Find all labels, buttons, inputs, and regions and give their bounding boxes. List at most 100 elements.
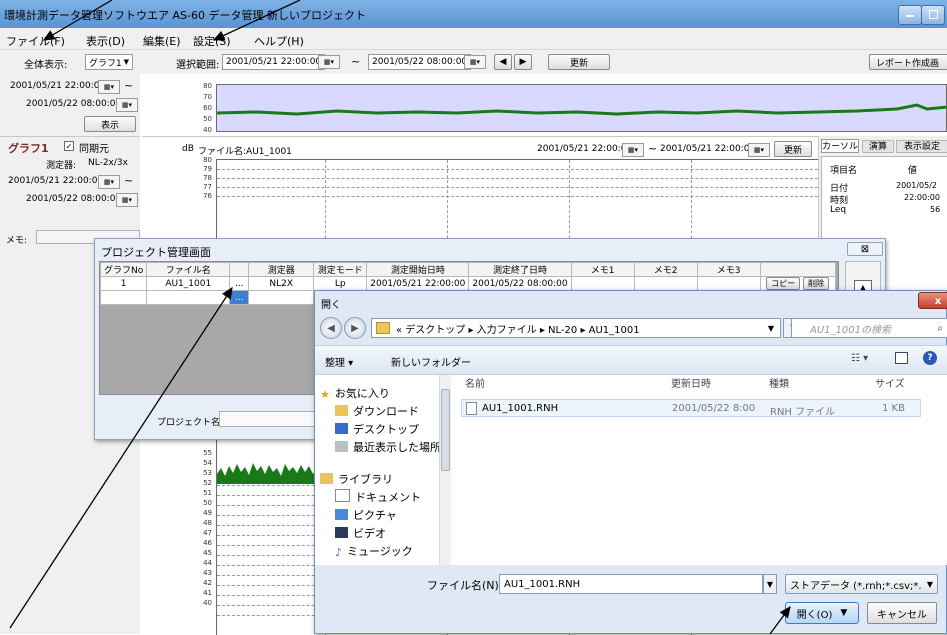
scrollbar-thumb[interactable] bbox=[441, 389, 450, 471]
file-name: AU1_1001.RNH bbox=[482, 403, 559, 414]
range-separator: ~ bbox=[351, 55, 361, 68]
delete-button[interactable]: 削除 bbox=[803, 277, 829, 290]
nav-scrollbar[interactable] bbox=[439, 375, 451, 565]
file-type-select[interactable]: ストアデータ (*.rnh;*.csv;*. ▼ bbox=[785, 574, 938, 594]
list-item[interactable]: AU1_1001.RNH 2001/05/22 8:00 RNH ファイル 1 … bbox=[461, 399, 921, 418]
toolbar: 全体表示: グラフ1 ▼ 選択範囲: 2001/05/21 22:00:00 ▦▾… bbox=[0, 50, 947, 74]
calendar-dropdown-icon[interactable]: ▦▾ bbox=[116, 193, 138, 207]
prev-button[interactable]: ◀ bbox=[494, 54, 512, 70]
report-button[interactable]: レポート作成画 bbox=[869, 54, 947, 70]
calendar-dropdown-icon[interactable]: ▦▾ bbox=[98, 175, 120, 189]
calendar-dropdown-icon[interactable]: ▦▾ bbox=[98, 80, 120, 94]
chevron-down-icon[interactable]: ▼ bbox=[768, 324, 774, 333]
calendar-dropdown-icon[interactable]: ▦▾ bbox=[622, 143, 644, 157]
col-date[interactable]: 更新日時 bbox=[671, 375, 711, 390]
chevron-down-icon[interactable]: ▼ bbox=[763, 574, 777, 594]
graph-unit: dB bbox=[182, 144, 194, 154]
nav-pictures[interactable]: ピクチャ bbox=[335, 507, 397, 523]
graph-tick: 79 bbox=[203, 165, 212, 173]
overview-chart[interactable]: 80 70 60 50 40 bbox=[142, 80, 947, 134]
nav-downloads[interactable]: ダウンロード bbox=[335, 403, 419, 419]
cancel-button[interactable]: キャンセル bbox=[867, 602, 937, 624]
music-icon: ♪ bbox=[335, 546, 343, 559]
title-bar: 環境計測データ管理ソフトウエア AS-60 データ管理 新しいプロジェクト bbox=[0, 0, 947, 28]
col-header bbox=[229, 262, 250, 277]
cell bbox=[633, 276, 698, 291]
col-size[interactable]: サイズ bbox=[875, 375, 905, 390]
menu-view[interactable]: 表示(D) bbox=[86, 33, 125, 49]
nav-recent[interactable]: 最近表示した場所 bbox=[335, 439, 441, 455]
maximize-button[interactable] bbox=[921, 5, 945, 25]
col-type[interactable]: 種類 bbox=[769, 375, 789, 390]
tab-cursor[interactable]: カーソル bbox=[821, 139, 859, 153]
browse-button[interactable]: ... bbox=[229, 276, 250, 291]
sync-label: 同期元 bbox=[79, 144, 109, 155]
downloads-icon bbox=[335, 405, 348, 416]
nav-favorites[interactable]: ★ お気に入り bbox=[320, 385, 390, 401]
overall-select[interactable]: グラフ1 ▼ bbox=[85, 54, 133, 70]
show-button[interactable]: 表示 bbox=[84, 116, 136, 132]
menu-settings[interactable]: 設定(S) bbox=[193, 33, 231, 49]
nav-videos[interactable]: ビデオ bbox=[335, 525, 386, 541]
calendar-dropdown-icon[interactable]: ▦▾ bbox=[318, 55, 340, 69]
help-icon[interactable]: ? bbox=[923, 351, 937, 365]
nav-music[interactable]: ♪ ミュージック bbox=[335, 543, 413, 559]
document-icon bbox=[335, 489, 350, 502]
video-icon bbox=[335, 527, 348, 538]
graph-start[interactable]: 2001/05/21 22:00:00 bbox=[8, 176, 103, 186]
library-icon bbox=[320, 473, 333, 484]
update-button[interactable]: 更新 bbox=[548, 54, 610, 70]
view-options-icon[interactable]: ☷ ▾ bbox=[851, 353, 868, 364]
nav-libraries[interactable]: ライブラリ bbox=[320, 471, 393, 487]
file-list: 名前 更新日時 種類 サイズ AU1_1001.RNH 2001/05/22 8… bbox=[451, 375, 947, 565]
graph-end[interactable]: 2001/05/22 08:00:00 bbox=[26, 194, 121, 204]
menu-file[interactable]: ファイル(F) bbox=[6, 33, 65, 49]
graph-end-field[interactable]: 2001/05/21 22:00:00 bbox=[660, 144, 755, 154]
open-button[interactable]: 開く(O) ▼ bbox=[785, 602, 859, 624]
organize-button[interactable]: 整理 ▾ bbox=[325, 354, 353, 369]
next-button[interactable]: ▶ bbox=[514, 54, 532, 70]
menu-edit[interactable]: 編集(E) bbox=[143, 33, 181, 49]
preview-pane-icon[interactable] bbox=[895, 352, 908, 364]
graph-start-field[interactable]: 2001/05/21 22:00:00 bbox=[537, 144, 632, 154]
overview-start[interactable]: 2001/05/21 22:00:00 bbox=[10, 81, 105, 91]
calendar-dropdown-icon[interactable]: ▦▾ bbox=[116, 98, 138, 112]
breadcrumb[interactable]: « デスクトップ ▸ 入力ファイル ▸ NL-20 ▸ AU1_1001 ▼ bbox=[371, 318, 781, 338]
col-item-name: 項目名 bbox=[830, 166, 858, 176]
nav-documents[interactable]: ドキュメント bbox=[335, 489, 421, 505]
graph-tick: 78 bbox=[203, 174, 212, 182]
file-date: 2001/05/22 8:00 bbox=[672, 403, 756, 414]
triangle-left-icon: ◀ bbox=[499, 57, 507, 67]
filename-input[interactable]: AU1_1001.RNH bbox=[499, 574, 763, 594]
range-start-field[interactable]: 2001/05/21 22:00:00 bbox=[222, 54, 326, 70]
calendar-dropdown-icon[interactable]: ▦▾ bbox=[748, 143, 770, 157]
graph-tick: 48 bbox=[203, 519, 212, 527]
device-label: 測定器: bbox=[46, 161, 77, 171]
open-close-button[interactable]: x bbox=[918, 292, 947, 309]
overview-end[interactable]: 2001/05/22 08:00:00 bbox=[26, 99, 121, 109]
project-close-button[interactable]: ⊠ bbox=[847, 242, 883, 256]
menu-help[interactable]: ヘルプ(H) bbox=[254, 33, 304, 49]
range-end-field[interactable]: 2001/05/22 08:00:00 bbox=[368, 54, 472, 70]
graph-tick: 53 bbox=[203, 469, 212, 477]
browse-button-selected[interactable]: ... bbox=[229, 290, 250, 305]
graph-tick: 54 bbox=[203, 459, 212, 467]
forward-button[interactable]: ▶ bbox=[344, 317, 366, 339]
back-button[interactable]: ◀ bbox=[320, 317, 342, 339]
project-name-field[interactable] bbox=[219, 411, 319, 427]
tab-calc[interactable]: 演算 bbox=[862, 140, 894, 153]
search-input[interactable]: AU1_1001の検索 ⌕ bbox=[791, 318, 947, 338]
tab-display-settings[interactable]: 表示設定 bbox=[896, 140, 947, 153]
graph-trace bbox=[217, 463, 325, 484]
graph-update-button[interactable]: 更新 bbox=[774, 141, 812, 157]
col-name[interactable]: 名前 bbox=[465, 375, 485, 390]
nav-desktop[interactable]: デスクトップ bbox=[335, 421, 419, 437]
minimize-button[interactable] bbox=[898, 5, 922, 25]
new-folder-button[interactable]: 新しいフォルダー bbox=[391, 354, 471, 369]
copy-button[interactable]: コピー bbox=[766, 277, 801, 290]
calendar-dropdown-icon[interactable]: ▦▾ bbox=[464, 55, 486, 69]
table-row[interactable]: 1 AU1_1001 ... NL2X Lp 2001/05/21 22:00:… bbox=[99, 276, 836, 291]
graph-label: グラフ1 bbox=[8, 142, 49, 155]
col-header: グラフNo bbox=[99, 262, 148, 277]
sync-checkbox[interactable]: ✓ bbox=[64, 141, 74, 151]
